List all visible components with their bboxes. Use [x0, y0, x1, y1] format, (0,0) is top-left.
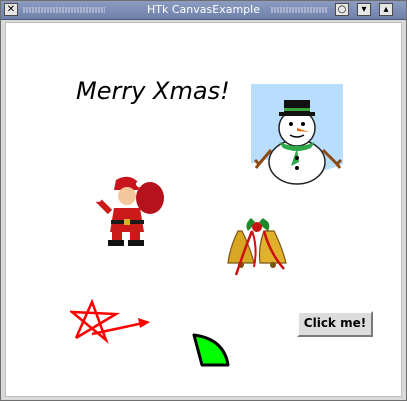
- title-bar-grip-right: [271, 7, 327, 13]
- santa-claus-image: [94, 176, 164, 246]
- circle-icon[interactable]: ○: [335, 3, 349, 16]
- application-window: ✕ HTk CanvasExample ○ ▾ ▴ Merry Xmas! Cl…: [0, 0, 407, 401]
- christmas-bells-image: [227, 217, 287, 276]
- red-star-arrow-shape: [70, 298, 150, 344]
- close-icon[interactable]: ✕: [4, 3, 18, 16]
- snowman-image: [251, 84, 343, 187]
- drawing-canvas[interactable]: Merry Xmas! Click me!: [5, 22, 402, 397]
- merry-xmas-text: Merry Xmas!: [76, 77, 230, 105]
- green-pie-wedge-shape: [192, 333, 230, 367]
- maximize-icon[interactable]: ▴: [379, 3, 393, 16]
- title-bar[interactable]: ✕ HTk CanvasExample ○ ▾ ▴: [1, 1, 406, 20]
- minimize-icon[interactable]: ▾: [357, 3, 371, 16]
- click-me-button[interactable]: Click me!: [297, 311, 373, 337]
- title-bar-grip: [23, 7, 105, 13]
